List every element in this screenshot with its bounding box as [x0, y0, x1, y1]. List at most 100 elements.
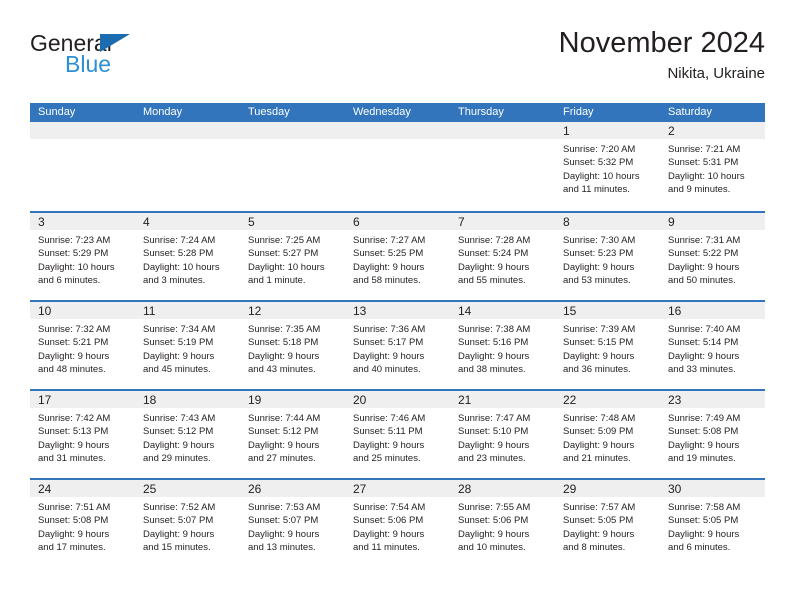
day-detail-line: Sunrise: 7:23 AM [38, 235, 111, 246]
day-cell[interactable]: 10 Sunrise: 7:32 AM Sunset: 5:21 PM Dayligh… [30, 300, 135, 389]
day-cell[interactable]: 17 Sunrise: 7:42 AM Sunset: 5:13 PM Dayligh… [30, 389, 135, 478]
day-detail-line: Sunset: 5:28 PM [143, 248, 214, 260]
day-cell[interactable]: 16 Sunrise: 7:40 AM Sunset: 5:14 PM Dayligh… [660, 300, 765, 389]
day-cell[interactable]: 5 Sunrise: 7:25 AM Sunset: 5:27 PM Daylight… [240, 211, 345, 300]
day-number: 2 [668, 124, 675, 138]
day-detail-line: Sunrise: 7:35 AM [248, 324, 321, 335]
day-number: 6 [353, 215, 360, 229]
day-number-band: 30 [660, 480, 765, 497]
day-number-band: 24 [30, 480, 135, 497]
day-number: 15 [563, 304, 577, 318]
day-cell[interactable]: 24 Sunrise: 7:51 AM Sunset: 5:08 PM Dayligh… [30, 478, 135, 567]
day-number: 1 [563, 124, 570, 138]
day-cell[interactable]: 3 Sunrise: 7:23 AM Sunset: 5:29 PM Daylight… [30, 211, 135, 300]
day-cell[interactable]: 6 Sunrise: 7:27 AM Sunset: 5:25 PM Daylight… [345, 211, 450, 300]
day-number-band: 5 [240, 213, 345, 230]
weekday-header-monday: Monday [143, 106, 183, 118]
day-cell[interactable]: 21 Sunrise: 7:47 AM Sunset: 5:10 PM Dayligh… [450, 389, 555, 478]
day-detail-line: Daylight: 9 hours [353, 528, 425, 540]
day-detail-line: Daylight: 9 hours [143, 350, 215, 362]
day-number-band: 8 [555, 213, 660, 230]
day-cell[interactable]: 23 Sunrise: 7:49 AM Sunset: 5:08 PM Dayligh… [660, 389, 765, 478]
day-detail-line: Daylight: 10 hours [563, 170, 640, 182]
calendar-weeks: 1 Sunrise: 7:20 AM Sunset: 5:32 PM Daylight… [30, 122, 765, 567]
day-details: Sunrise: 7:46 AM Sunset: 5:11 PM Daylight:… [345, 408, 450, 466]
day-number: 7 [458, 215, 465, 229]
day-detail-line: Daylight: 9 hours [38, 439, 110, 451]
day-cell[interactable]: 13 Sunrise: 7:36 AM Sunset: 5:17 PM Dayligh… [345, 300, 450, 389]
day-cell[interactable]: 29 Sunrise: 7:57 AM Sunset: 5:05 PM Dayligh… [555, 478, 660, 567]
day-cell[interactable]: 30 Sunrise: 7:58 AM Sunset: 5:05 PM Dayligh… [660, 478, 765, 567]
day-detail-line: Sunset: 5:13 PM [38, 426, 109, 438]
day-cell[interactable]: 4 Sunrise: 7:24 AM Sunset: 5:28 PM Daylight… [135, 211, 240, 300]
day-cell[interactable]: 1 Sunrise: 7:20 AM Sunset: 5:32 PM Daylight… [555, 122, 660, 211]
day-detail-line: Daylight: 9 hours [248, 528, 320, 540]
day-detail-line: Sunrise: 7:57 AM [563, 502, 636, 513]
day-detail-line: Sunrise: 7:32 AM [38, 324, 111, 335]
day-details: Sunrise: 7:31 AM Sunset: 5:22 PM Daylight:… [660, 230, 765, 288]
calendar-week-row: 10 Sunrise: 7:32 AM Sunset: 5:21 PM Dayligh… [30, 300, 765, 389]
day-detail-line: and 38 minutes. [458, 364, 526, 376]
day-detail-line: Sunrise: 7:49 AM [668, 413, 741, 424]
day-details: Sunrise: 7:32 AM Sunset: 5:21 PM Daylight:… [30, 319, 135, 377]
day-cell[interactable]: 26 Sunrise: 7:53 AM Sunset: 5:07 PM Dayligh… [240, 478, 345, 567]
day-detail-line: and 23 minutes. [458, 453, 526, 465]
day-detail-line: Daylight: 9 hours [668, 261, 740, 273]
day-number-band: 7 [450, 213, 555, 230]
day-cell[interactable]: 25 Sunrise: 7:52 AM Sunset: 5:07 PM Dayligh… [135, 478, 240, 567]
day-cell[interactable]: 7 Sunrise: 7:28 AM Sunset: 5:24 PM Daylight… [450, 211, 555, 300]
day-number: 8 [563, 215, 570, 229]
day-number-band: 21 [450, 391, 555, 408]
day-detail-line: Daylight: 9 hours [668, 528, 740, 540]
calendar-week-row: 1 Sunrise: 7:20 AM Sunset: 5:32 PM Daylight… [30, 122, 765, 211]
day-number-band: 17 [30, 391, 135, 408]
day-details: Sunrise: 7:25 AM Sunset: 5:27 PM Daylight:… [240, 230, 345, 288]
day-details: Sunrise: 7:27 AM Sunset: 5:25 PM Daylight:… [345, 230, 450, 288]
day-details: Sunrise: 7:24 AM Sunset: 5:28 PM Daylight:… [135, 230, 240, 288]
day-cell[interactable]: 20 Sunrise: 7:46 AM Sunset: 5:11 PM Dayligh… [345, 389, 450, 478]
day-detail-line: Sunset: 5:16 PM [458, 337, 529, 349]
day-detail-line: Daylight: 9 hours [563, 439, 635, 451]
day-cell[interactable]: 27 Sunrise: 7:54 AM Sunset: 5:06 PM Dayligh… [345, 478, 450, 567]
day-cell[interactable]: 2 Sunrise: 7:21 AM Sunset: 5:31 PM Daylight… [660, 122, 765, 211]
day-cell[interactable]: 28 Sunrise: 7:55 AM Sunset: 5:06 PM Dayligh… [450, 478, 555, 567]
day-details: Sunrise: 7:54 AM Sunset: 5:06 PM Daylight:… [345, 497, 450, 555]
day-number: 21 [458, 393, 472, 407]
day-detail-line: Sunrise: 7:21 AM [668, 144, 741, 155]
brand-logo[interactable]: General Blue [30, 32, 230, 92]
day-cell[interactable]: 11 Sunrise: 7:34 AM Sunset: 5:19 PM Dayligh… [135, 300, 240, 389]
day-detail-line: Sunset: 5:18 PM [248, 337, 319, 349]
day-detail-line: Daylight: 9 hours [563, 528, 635, 540]
day-cell[interactable]: 9 Sunrise: 7:31 AM Sunset: 5:22 PM Daylight… [660, 211, 765, 300]
day-cell[interactable]: 14 Sunrise: 7:38 AM Sunset: 5:16 PM Dayligh… [450, 300, 555, 389]
day-detail-line: Sunrise: 7:38 AM [458, 324, 531, 335]
day-detail-line: Sunrise: 7:47 AM [458, 413, 531, 424]
day-number: 27 [353, 482, 367, 496]
day-detail-line: Sunrise: 7:46 AM [353, 413, 426, 424]
day-cell[interactable]: 22 Sunrise: 7:48 AM Sunset: 5:09 PM Dayligh… [555, 389, 660, 478]
day-cell[interactable]: 12 Sunrise: 7:35 AM Sunset: 5:18 PM Dayligh… [240, 300, 345, 389]
page-title: November 2024 [558, 27, 765, 59]
day-detail-line: Sunrise: 7:20 AM [563, 144, 636, 155]
day-cell[interactable]: 18 Sunrise: 7:43 AM Sunset: 5:12 PM Dayligh… [135, 389, 240, 478]
day-detail-line: and 45 minutes. [143, 364, 211, 376]
day-detail-line: and 17 minutes. [38, 542, 106, 554]
day-number-band [345, 122, 450, 139]
day-number: 12 [248, 304, 262, 318]
day-number-band: 13 [345, 302, 450, 319]
day-cell[interactable]: 19 Sunrise: 7:44 AM Sunset: 5:12 PM Dayligh… [240, 389, 345, 478]
day-detail-line: Daylight: 10 hours [248, 261, 325, 273]
day-detail-line: Sunrise: 7:36 AM [353, 324, 426, 335]
day-number-band: 11 [135, 302, 240, 319]
day-number-band: 4 [135, 213, 240, 230]
day-detail-line: and 58 minutes. [353, 275, 421, 287]
day-detail-line: Sunset: 5:14 PM [668, 337, 739, 349]
day-number-band: 6 [345, 213, 450, 230]
day-number-band: 25 [135, 480, 240, 497]
day-cell[interactable]: 8 Sunrise: 7:30 AM Sunset: 5:23 PM Daylight… [555, 211, 660, 300]
day-cell[interactable]: 15 Sunrise: 7:39 AM Sunset: 5:15 PM Dayligh… [555, 300, 660, 389]
day-number: 17 [38, 393, 52, 407]
day-number: 5 [248, 215, 255, 229]
day-number: 11 [143, 304, 156, 318]
day-detail-line: Daylight: 9 hours [353, 439, 425, 451]
